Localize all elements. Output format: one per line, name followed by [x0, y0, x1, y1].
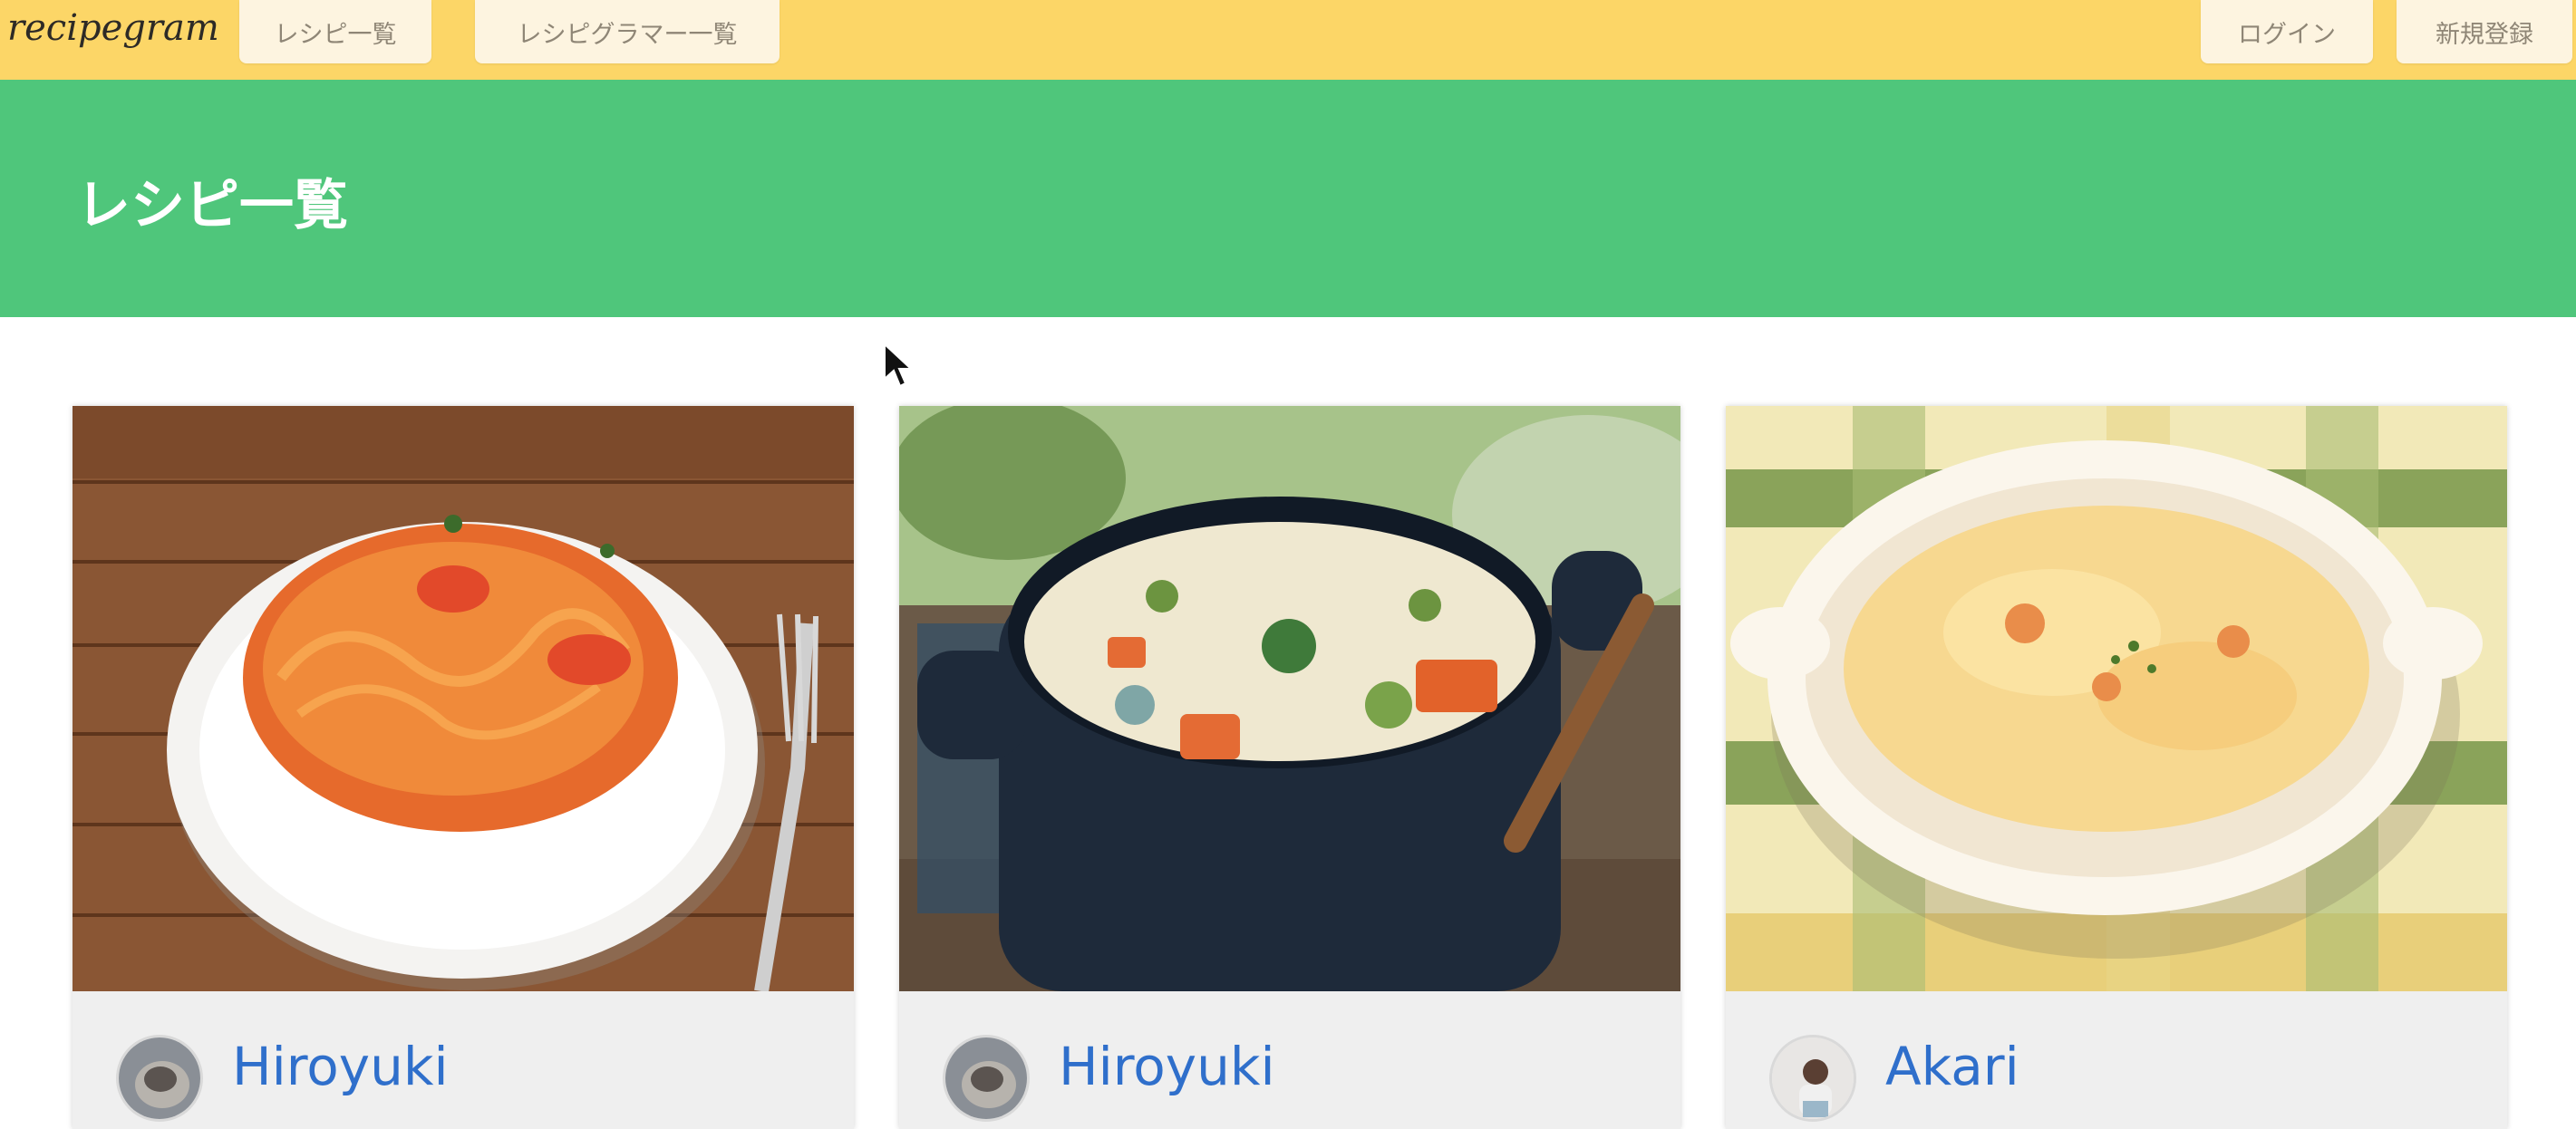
top-navbar: recipegram レシピ一覧 レシピグラマー一覧 ログイン 新規登録 — [0, 0, 2576, 80]
author-name-link[interactable]: Hiroyuki — [1059, 1036, 1275, 1097]
hiroyuki-avatar-icon[interactable] — [943, 1035, 1030, 1122]
mouse-cursor-icon — [884, 343, 914, 388]
author-name-link[interactable]: Hiroyuki — [232, 1036, 449, 1097]
gratin-photo[interactable] — [1726, 406, 2507, 991]
gratin-photo-image — [1726, 406, 2507, 991]
hiroyuki-avatar-icon[interactable] — [116, 1035, 203, 1122]
author-name-link[interactable]: Akari — [1885, 1036, 2019, 1097]
akari-avatar-icon[interactable] — [1769, 1035, 1856, 1122]
nav-recipegramer-list-button[interactable]: レシピグラマー一覧 — [475, 0, 780, 63]
page-title: レシピ一覧 — [76, 174, 348, 237]
recipe-card[interactable]: Hiroyuki — [899, 406, 1680, 1129]
signup-button[interactable]: 新規登録 — [2397, 0, 2572, 63]
recipe-card[interactable]: Akari — [1726, 406, 2507, 1129]
cream-stew-photo-image — [899, 406, 1680, 991]
login-button[interactable]: ログイン — [2201, 0, 2373, 63]
pasta-photo[interactable] — [73, 406, 854, 991]
recipe-card[interactable]: Hiroyuki — [73, 406, 854, 1129]
nav-recipe-list-button[interactable]: レシピ一覧 — [239, 0, 431, 63]
hero-banner: レシピ一覧 — [0, 80, 2576, 317]
pasta-photo-image — [73, 406, 854, 991]
cream-stew-photo[interactable] — [899, 406, 1680, 991]
site-logo[interactable]: recipegram — [7, 7, 219, 49]
